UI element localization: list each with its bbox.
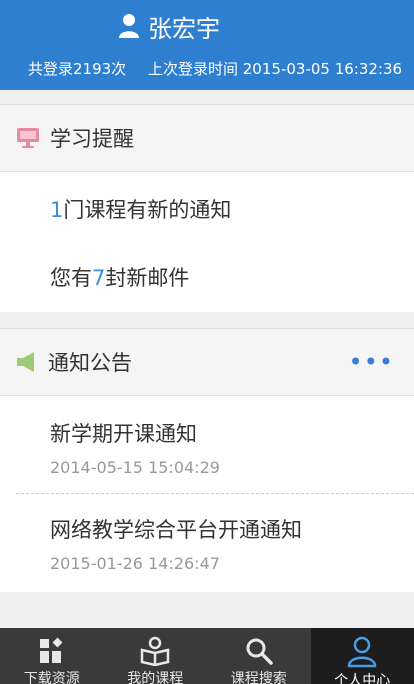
tab-download-resources[interactable]: 下载资源: [0, 628, 104, 684]
notice-title: 新学期开课通知: [50, 422, 197, 446]
section-title: 学习提醒: [50, 127, 134, 151]
mail-suffix: 封新邮件: [105, 266, 190, 290]
download-resources-icon: [37, 636, 67, 666]
study-reminder-header: 学习提醒: [0, 104, 414, 172]
notice-header: 通知公告 •••: [0, 328, 414, 396]
course-notice-reminder[interactable]: 1门课程有新的通知: [50, 194, 231, 224]
tab-label: 我的课程: [127, 671, 184, 684]
tab-my-courses[interactable]: 我的课程: [104, 628, 208, 684]
tab-course-search[interactable]: 课程搜索: [207, 628, 311, 684]
course-notice-text: 门课程有新的通知: [63, 198, 232, 222]
reminder-list: 1门课程有新的通知 您有7封新邮件: [0, 172, 414, 312]
section-title: 通知公告: [48, 351, 132, 375]
speaker-icon: [16, 351, 38, 373]
tab-personal-center[interactable]: 个人中心: [310, 628, 414, 684]
user-name: 张宏宇: [148, 14, 220, 43]
course-count: 1: [50, 198, 64, 222]
notice-date: 2014-05-15 15:04:29: [50, 458, 220, 477]
person-icon: [347, 636, 377, 668]
divider: [16, 493, 414, 494]
my-courses-icon: [139, 636, 171, 666]
profile-header: 张宏宇 共登录2193次 上次登录时间 2015-03-05 16:32:36: [0, 0, 414, 90]
mail-reminder[interactable]: 您有7封新邮件: [50, 262, 189, 292]
mail-prefix: 您有: [50, 266, 92, 290]
mail-count: 7: [92, 266, 106, 290]
tab-label: 个人中心: [334, 673, 391, 684]
notice-list: 新学期开课通知 2014-05-15 15:04:29 网络教学综合平台开通通知…: [0, 396, 414, 592]
user-icon: [119, 14, 139, 38]
tab-label: 下载资源: [23, 671, 80, 684]
tab-label: 课程搜索: [230, 671, 287, 684]
login-count: 共登录2193次: [28, 60, 127, 78]
last-login-time: 上次登录时间 2015-03-05 16:32:36: [148, 60, 403, 78]
monitor-icon: [16, 127, 40, 149]
notice-date: 2015-01-26 14:26:47: [50, 554, 220, 573]
more-button[interactable]: •••: [349, 350, 394, 374]
search-icon: [244, 636, 274, 666]
bottom-tab-bar: 下载资源 我的课程 课程搜索 个人中心: [0, 628, 414, 684]
notice-title: 网络教学综合平台开通通知: [50, 518, 302, 542]
user-row: 张宏宇: [118, 8, 220, 44]
